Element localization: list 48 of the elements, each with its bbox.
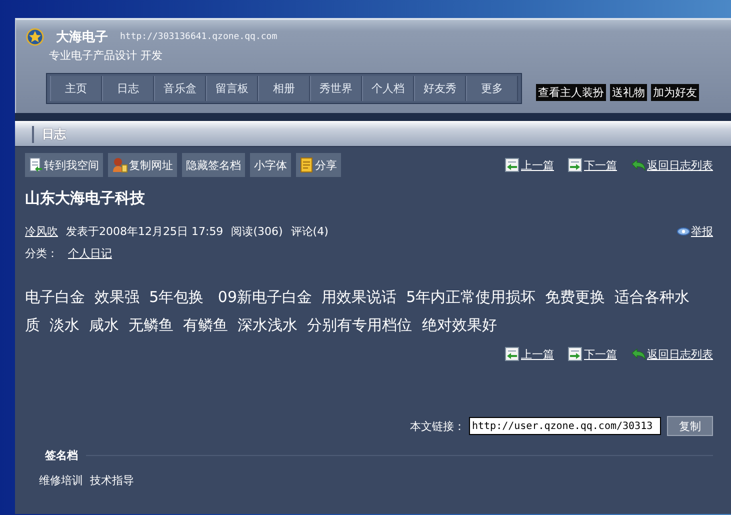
report-link[interactable]: 举报	[677, 224, 713, 239]
toolbar-button[interactable]: 分享	[296, 153, 341, 177]
blog-url: http://303136641.qzone.qq.com	[120, 32, 278, 42]
link-field[interactable]: http://user.qzone.qq.com/30313	[469, 417, 661, 435]
toolbar-button[interactable]: 隐藏签名档	[182, 153, 245, 177]
section-title: 日志	[32, 126, 66, 142]
nav-tab[interactable]: 音乐盒	[154, 76, 206, 101]
toolbar-button[interactable]: 小字体	[250, 153, 291, 177]
post-nav-link[interactable]: 上一篇	[505, 158, 554, 172]
read-count: 阅读(306)	[231, 224, 283, 239]
nav-tab[interactable]: 主页	[50, 76, 102, 101]
post-nav-link[interactable]: 上一篇	[505, 347, 554, 362]
nav-tab[interactable]: 好友秀	[414, 76, 466, 101]
nav-tab[interactable]: 更多	[466, 76, 518, 101]
nav-tab[interactable]: 相册	[258, 76, 310, 101]
author-link[interactable]: 冷风吹	[25, 224, 58, 239]
header-link[interactable]: 查看主人装扮	[536, 84, 606, 101]
post-nav-link[interactable]: 下一篇	[568, 158, 617, 172]
header-link[interactable]: 加为好友	[651, 84, 699, 101]
post-nav-link[interactable]: 返回日志列表	[631, 158, 713, 172]
toolbar-button[interactable]: 转到我空间	[25, 153, 103, 177]
lens-icon	[677, 227, 690, 236]
blog-name: 大海电子	[56, 29, 108, 46]
toolbar-button[interactable]: 复制网址	[108, 153, 177, 177]
comment-count: 评论(4)	[290, 224, 328, 239]
blog-tagline: 专业电子产品设计 开发	[48, 48, 164, 63]
document-icon	[29, 157, 43, 173]
nav-tab[interactable]: 留言板	[206, 76, 258, 101]
share-icon	[300, 157, 314, 173]
post-title: 山东大海电子科技	[25, 189, 146, 208]
category-link[interactable]: 个人日记	[68, 246, 112, 261]
back-arrow-icon	[631, 348, 646, 361]
post-nav-link[interactable]: 下一篇	[568, 347, 617, 362]
signature-text: 维修培训 技术指导	[39, 473, 135, 488]
person-icon	[112, 157, 128, 173]
link-label: 本文链接：	[410, 418, 465, 434]
category-label: 分类：	[25, 246, 58, 261]
nav-tab[interactable]: 个人档	[362, 76, 414, 101]
signature-title: 签名档	[45, 448, 78, 463]
back-arrow-icon	[631, 158, 646, 172]
nav-tab[interactable]: 秀世界	[310, 76, 362, 101]
post-body: 电子白金 效果强 5年包换 09新电子白金 用效果说话 5年内正常使用损坏 免费更换 适合各种水质 淡水 咸水 无鳞鱼 有鳞鱼 深水浅水 分别有专用档位 绝对效果好	[25, 287, 691, 336]
header-link[interactable]: 送礼物	[610, 84, 647, 101]
copy-button[interactable]: 复制	[667, 416, 713, 436]
nav-tab[interactable]: 日志	[102, 76, 154, 101]
post-nav-link[interactable]: 返回日志列表	[631, 347, 713, 362]
post-date: 发表于2008年12月25日 17:59	[66, 224, 224, 239]
star-badge-icon	[26, 28, 44, 46]
